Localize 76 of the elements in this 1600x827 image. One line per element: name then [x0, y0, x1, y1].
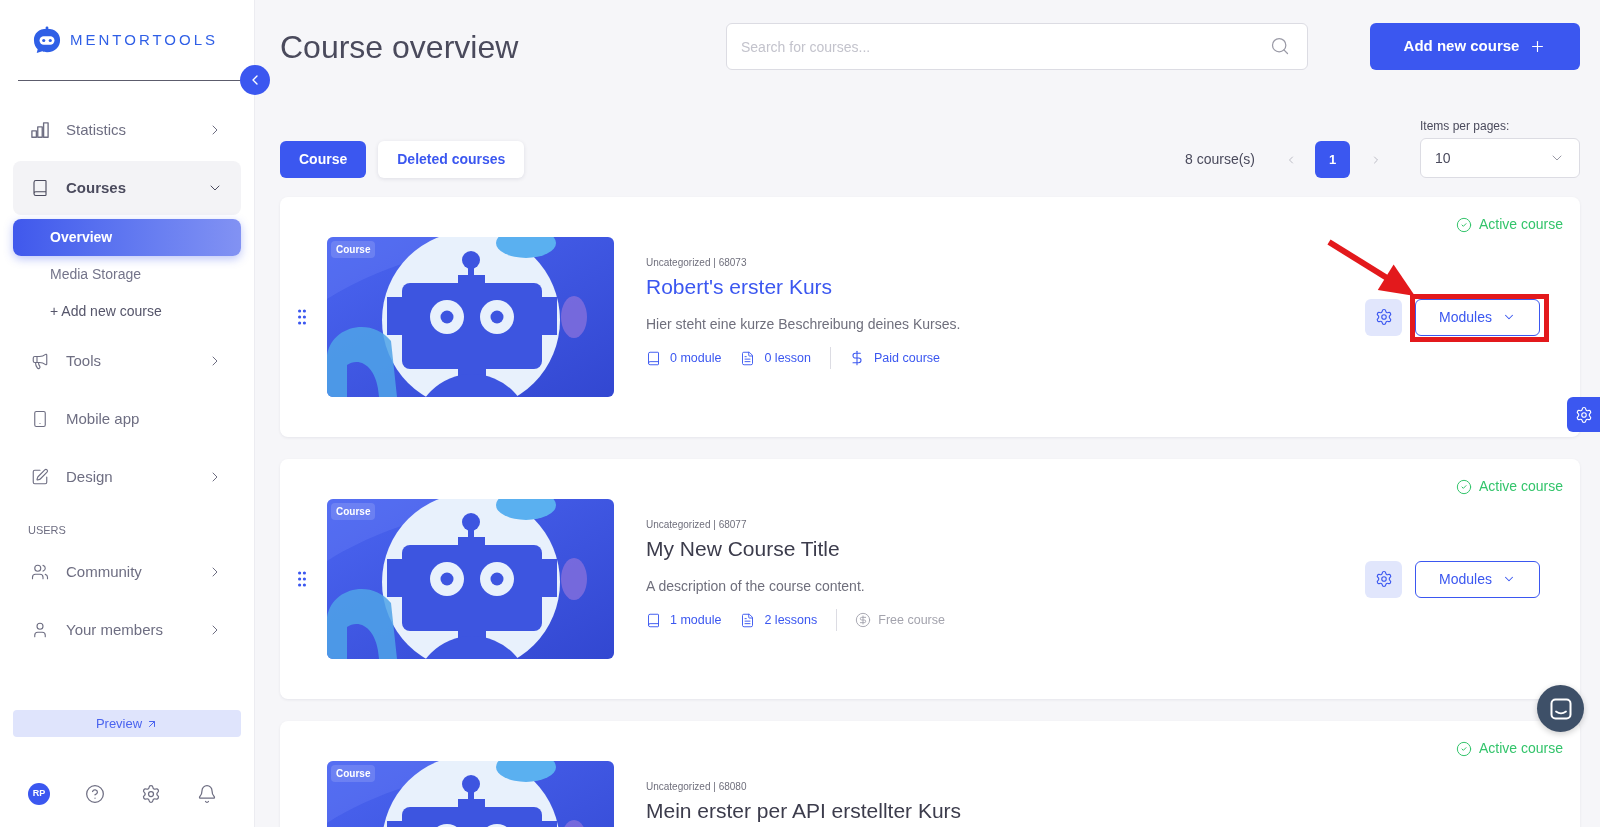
- add-course-button[interactable]: Add new course: [1370, 23, 1580, 70]
- sub-nav-item[interactable]: + Add new course: [13, 293, 241, 330]
- course-meta: Uncategorized | 68073: [646, 256, 747, 270]
- course-title[interactable]: Mein erster per API erstellter Kurs: [646, 799, 962, 823]
- phone-icon: [31, 410, 49, 428]
- chat-icon: [1549, 697, 1572, 720]
- course-status: Active course: [1455, 476, 1563, 497]
- pen-icon: [31, 468, 49, 486]
- settings-icon[interactable]: [141, 784, 161, 804]
- course-count: 8 course(s): [1184, 150, 1255, 169]
- modules-dropdown-button[interactable]: Modules: [1415, 298, 1540, 336]
- drag-handle-icon[interactable]: [298, 571, 306, 587]
- price-label: Free course: [855, 610, 945, 630]
- modules-dropdown-button[interactable]: Modules: [1415, 560, 1540, 598]
- nav-item[interactable]: Your members: [13, 603, 241, 657]
- nav-item[interactable]: Design: [13, 450, 241, 504]
- notifications-icon[interactable]: [197, 784, 217, 804]
- users-icon: [31, 563, 49, 581]
- document-icon: [740, 350, 756, 366]
- section-heading: USERS: [27, 523, 66, 537]
- course-badge: Course: [331, 241, 376, 258]
- course-status: Active course: [1455, 214, 1563, 235]
- settings-button[interactable]: [1365, 298, 1402, 336]
- dollar-coin-icon: [855, 612, 872, 628]
- nav-item[interactable]: Community: [13, 545, 241, 599]
- brand-name: MENTORTOOLS: [70, 29, 218, 50]
- settings-icon: [1574, 405, 1593, 424]
- course-description: A description of the course content.: [646, 577, 865, 596]
- sub-nav-item[interactable]: Media Storage: [13, 256, 241, 293]
- book-icon: [31, 179, 49, 197]
- course-badge: Course: [331, 503, 376, 520]
- document-icon: [740, 612, 756, 628]
- book-icon: [646, 350, 661, 366]
- collapse-button[interactable]: [240, 65, 270, 95]
- user-icon: [31, 621, 49, 639]
- check-circle-icon: [1455, 216, 1472, 233]
- items-per-page-select[interactable]: 10: [1420, 138, 1580, 178]
- course-meta: Uncategorized | 68080: [646, 780, 747, 794]
- page-title: Course overview: [280, 27, 519, 67]
- user-avatar[interactable]: RP: [28, 783, 50, 805]
- module-count[interactable]: 1 module: [646, 610, 722, 630]
- megaphone-icon: [31, 352, 49, 370]
- settings-button[interactable]: [1365, 560, 1402, 598]
- course-title[interactable]: My New Course Title: [646, 537, 840, 561]
- search-field[interactable]: Search for courses...: [726, 23, 1308, 70]
- drag-handle-icon[interactable]: [298, 309, 306, 325]
- sub-nav-item[interactable]: Overview: [13, 219, 241, 256]
- nav-item[interactable]: Statistics: [13, 103, 241, 157]
- dollar-icon: [849, 350, 865, 366]
- course-badge: Course: [331, 765, 376, 782]
- book-icon: [646, 612, 661, 628]
- logo-icon: [32, 26, 62, 54]
- help-icon[interactable]: [85, 784, 105, 804]
- price-label[interactable]: Paid course: [849, 348, 940, 368]
- preview-button[interactable]: Preview: [13, 710, 241, 737]
- course-status: Active course: [1455, 738, 1563, 759]
- side-settings-button[interactable]: [1567, 397, 1600, 432]
- tab[interactable]: Deleted courses: [378, 141, 525, 178]
- lesson-count[interactable]: 2 lessons: [740, 610, 818, 630]
- course-description: Hier steht eine kurze Beschreibung deines Kurses.: [646, 315, 961, 334]
- module-count[interactable]: 0 module: [646, 348, 722, 368]
- course-title[interactable]: Robert's erster Kurs: [646, 275, 833, 299]
- settings-icon: [1374, 570, 1393, 588]
- settings-icon: [1374, 308, 1393, 326]
- nav-item[interactable]: Courses: [13, 161, 241, 215]
- nav-item[interactable]: Mobile app: [13, 392, 241, 446]
- page-button[interactable]: 1: [1315, 141, 1350, 178]
- course-meta: Uncategorized | 68077: [646, 518, 747, 532]
- search-icon: [1270, 36, 1290, 56]
- lesson-count[interactable]: 0 lesson: [740, 348, 811, 368]
- check-circle-icon: [1455, 478, 1472, 495]
- check-circle-icon: [1455, 740, 1472, 757]
- items-per-page-label: Items per pages:: [1420, 118, 1510, 134]
- bar-chart-icon: [31, 121, 49, 139]
- nav-item[interactable]: Tools: [13, 334, 241, 388]
- tab[interactable]: Course: [280, 141, 367, 178]
